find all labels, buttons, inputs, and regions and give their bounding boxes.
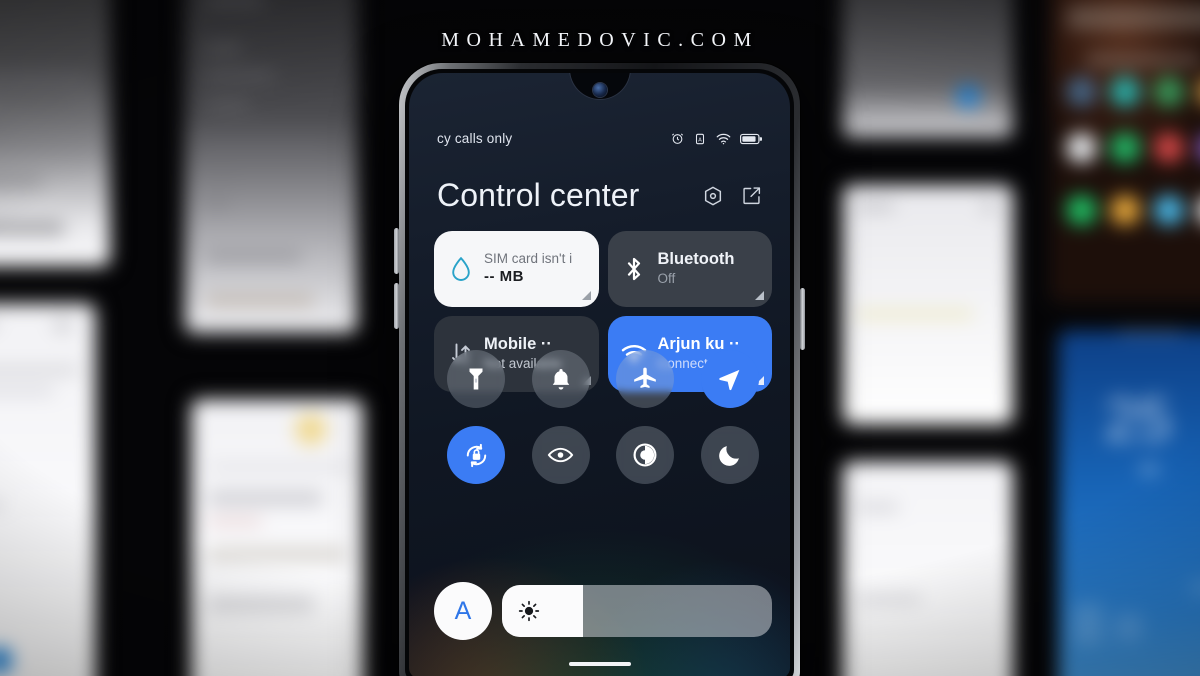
- toggle-reading-mode[interactable]: [531, 426, 590, 484]
- alarm-icon: [671, 132, 684, 145]
- home-indicator[interactable]: [568, 662, 631, 666]
- location-icon: [717, 367, 742, 392]
- contrast-icon: [632, 442, 658, 468]
- wifi-icon: [716, 133, 731, 145]
- status-bar: cy calls only A: [409, 131, 790, 146]
- eye-icon: [547, 444, 574, 466]
- toggle-dark-mode[interactable]: [616, 426, 675, 484]
- tile-bluetooth-primary: Bluetooth: [657, 250, 735, 269]
- toggle-airplane-mode[interactable]: [616, 350, 675, 408]
- brightness-slider-fill: [502, 585, 583, 637]
- background-phone-6: [837, 179, 1019, 430]
- brightness-row: A: [434, 582, 772, 640]
- power-button[interactable]: [800, 288, 805, 350]
- page-title: Control center: [437, 177, 640, 213]
- gear-icon[interactable]: [702, 185, 724, 207]
- moon-icon: [717, 443, 742, 468]
- carrier-label: cy calls only: [437, 131, 513, 146]
- sun-icon: [518, 600, 540, 622]
- water-drop-icon: [447, 256, 474, 283]
- phone-device: cy calls only A Control center SIM card …: [399, 63, 800, 676]
- quick-toggle-grid: [434, 350, 772, 484]
- toggle-flashlight[interactable]: [447, 350, 506, 408]
- tile-data-usage-primary: SIM card isn't i: [484, 251, 573, 267]
- background-phone-weather: 25: [1053, 325, 1200, 676]
- rotation-lock-icon: [463, 442, 490, 469]
- auto-brightness-button[interactable]: A: [434, 582, 492, 640]
- toggle-auto-rotate[interactable]: [447, 426, 506, 484]
- bell-icon: [549, 367, 573, 392]
- background-phone-7: [837, 456, 1019, 676]
- tile-data-usage-secondary: -- MB: [484, 268, 524, 286]
- toggle-ringer[interactable]: [531, 350, 590, 408]
- volume-up-button[interactable]: [394, 228, 399, 274]
- volume-down-button[interactable]: [394, 283, 399, 329]
- watermark-text: MOHAMEDOVIC.COM: [441, 29, 759, 51]
- background-phone-2: [0, 298, 101, 676]
- flashlight-icon: [464, 366, 488, 392]
- tile-expand-corner-icon[interactable]: [581, 291, 591, 300]
- screenshot-stage: 25 MOHAMEDOVIC.COM cy calls only A Contr…: [0, 0, 1200, 676]
- toggle-do-not-disturb[interactable]: [700, 426, 759, 484]
- brightness-slider[interactable]: [502, 585, 772, 637]
- battery-icon: [740, 133, 762, 145]
- bluetooth-icon: [621, 255, 648, 283]
- airplane-icon: [632, 366, 658, 392]
- phone-bezel: cy calls only A Control center SIM card …: [405, 69, 794, 676]
- toggle-location[interactable]: [700, 350, 759, 408]
- vibrate-icon: A: [693, 133, 707, 145]
- tile-bluetooth-secondary: Off: [657, 270, 676, 286]
- tile-bluetooth[interactable]: Bluetooth Off: [607, 231, 772, 307]
- background-phone-4: [186, 394, 370, 676]
- edit-icon[interactable]: [741, 185, 762, 206]
- background-phone-5: [837, 0, 1019, 143]
- phone-screen: cy calls only A Control center SIM card …: [409, 73, 790, 676]
- svg-text:A: A: [698, 137, 702, 143]
- header-actions: [702, 185, 762, 207]
- status-icons: A: [671, 132, 762, 145]
- notch: [554, 73, 646, 100]
- tile-expand-corner-icon[interactable]: [755, 291, 764, 300]
- tile-data-usage[interactable]: SIM card isn't i -- MB: [434, 231, 599, 307]
- control-center-header: Control center: [409, 177, 790, 214]
- front-camera-icon: [592, 83, 607, 97]
